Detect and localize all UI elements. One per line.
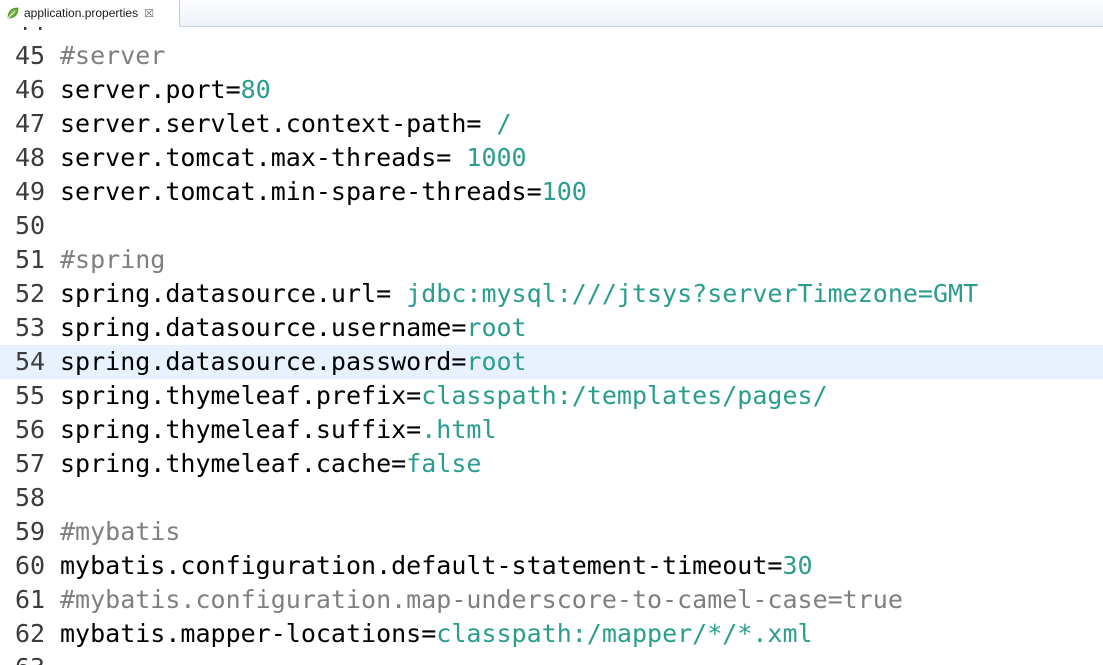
code-line[interactable]: 48 server.tomcat.max-threads= 1000 [0, 141, 1103, 175]
line-content: mybatis.configuration.default-statement-… [60, 549, 813, 583]
code-line[interactable]: 47 server.servlet.context-path= / [0, 107, 1103, 141]
property-key: server.tomcat.max-threads= [60, 143, 467, 172]
line-number: 50 [15, 211, 46, 240]
code-line[interactable]: 46 server.port=80 [0, 73, 1103, 107]
code-line[interactable]: 62 mybatis.mapper-locations=classpath:/ma… [0, 617, 1103, 651]
line-content: spring.datasource.password=root [60, 345, 527, 379]
property-key: mybatis.configuration.default-statement-… [60, 551, 783, 580]
property-value: / [496, 109, 512, 138]
property-value: 30 [782, 551, 813, 580]
spring-leaf-icon [6, 6, 20, 20]
code-line[interactable]: 50 [0, 209, 1103, 243]
property-value: classpath:/templates/pages/ [421, 381, 828, 410]
property-key: server.port= [60, 75, 241, 104]
tab-application-properties[interactable]: application.properties ☒ [0, 0, 180, 27]
comment-text: #mybatis.configuration.map-underscore-to… [60, 585, 903, 614]
code-line[interactable]: 63 [0, 651, 1103, 665]
property-key: server.tomcat.min-spare-threads= [60, 177, 542, 206]
comment-text: #spring [60, 245, 166, 274]
code-line[interactable]: 53 spring.datasource.username=root [0, 311, 1103, 345]
line-content: #mybatis [60, 515, 180, 549]
line-content: server.servlet.context-path= / [60, 107, 512, 141]
line-content: server.tomcat.max-threads= 1000 [60, 141, 527, 175]
line-number: 57 [15, 449, 46, 478]
code-line[interactable]: 55 spring.thymeleaf.prefix=classpath:/tem… [0, 379, 1103, 413]
property-value: classpath:/mapper/*/*.xml [436, 619, 813, 648]
code-line[interactable]: 45 #server [0, 39, 1103, 73]
code-line[interactable]: 56 spring.thymeleaf.suffix=.html [0, 413, 1103, 447]
property-key: spring.datasource.username= [60, 313, 467, 342]
line-content: #server [60, 39, 165, 73]
line-number: 54 [15, 347, 46, 376]
line-content: spring.datasource.url= jdbc:mysql:///jts… [60, 277, 978, 311]
property-key: spring.datasource.password= [60, 347, 467, 376]
code-line[interactable]: 54 spring.datasource.password=root [0, 345, 1103, 379]
line-number: 60 [15, 551, 46, 580]
line-number: 55 [15, 381, 46, 410]
code-line[interactable]: 51 #spring [0, 243, 1103, 277]
property-key: server.servlet.context-path= [60, 109, 497, 138]
line-content: spring.datasource.username=root [60, 311, 527, 345]
line-number: 53 [15, 313, 46, 342]
property-value: jdbc:mysql:///jtsys?serverTimezone=GMT [406, 279, 979, 308]
property-value: 1000 [466, 143, 527, 172]
editor-tab-bar: application.properties ☒ [0, 0, 1103, 27]
property-value: root [466, 347, 527, 376]
code-line[interactable]: 59 #mybatis [0, 515, 1103, 549]
line-number: 47 [15, 109, 46, 138]
property-value: .html [421, 415, 497, 444]
code-line[interactable]: 49 server.tomcat.min-spare-threads=100 [0, 175, 1103, 209]
line-number: 63 [15, 651, 45, 665]
editor-window: application.properties ☒ 44 45 #server 46 se… [0, 0, 1103, 665]
property-key: spring.thymeleaf.suffix= [60, 415, 422, 444]
property-value: false [406, 449, 482, 478]
line-number: 49 [15, 177, 46, 206]
property-key: spring.thymeleaf.prefix= [60, 381, 422, 410]
property-key: spring.datasource.url= [60, 279, 407, 308]
line-number: 45 [15, 41, 46, 70]
line-number: 44 [15, 27, 45, 39]
line-number: 62 [15, 619, 46, 648]
close-icon[interactable]: ☒ [144, 8, 154, 19]
line-content: spring.thymeleaf.suffix=.html [60, 413, 497, 447]
code-line[interactable]: 52 spring.datasource.url= jdbc:mysql:///j… [0, 277, 1103, 311]
line-number: 51 [15, 245, 46, 274]
line-number: 48 [15, 143, 46, 172]
code-line[interactable]: 44 [0, 27, 1103, 39]
line-content: #mybatis.configuration.map-underscore-to… [60, 583, 903, 617]
comment-text: #mybatis [60, 517, 181, 546]
code-line[interactable]: 60 mybatis.configuration.default-statemen… [0, 549, 1103, 583]
line-content: spring.thymeleaf.prefix=classpath:/templ… [60, 379, 828, 413]
code-line[interactable]: 57 spring.thymeleaf.cache=false [0, 447, 1103, 481]
property-value: root [466, 313, 527, 342]
line-content: spring.thymeleaf.cache=false [60, 447, 481, 481]
line-number: 61 [15, 585, 46, 614]
comment-text: #server [60, 41, 166, 70]
code-line[interactable]: 58 [0, 481, 1103, 515]
line-content: server.port=80 [60, 73, 271, 107]
line-number: 56 [15, 415, 46, 444]
line-content: #spring [60, 243, 165, 277]
code-editor[interactable]: 44 45 #server 46 server.port=80 47 server.serv… [0, 27, 1103, 665]
line-content: server.tomcat.min-spare-threads=100 [60, 175, 587, 209]
code-line[interactable]: 61 #mybatis.configuration.map-underscore-… [0, 583, 1103, 617]
property-value: 100 [541, 177, 587, 206]
property-key: spring.thymeleaf.cache= [60, 449, 407, 478]
line-number: 58 [15, 483, 46, 512]
tab-title: application.properties [24, 6, 139, 20]
line-number: 52 [15, 279, 46, 308]
line-number: 46 [15, 75, 46, 104]
property-key: mybatis.mapper-locations= [60, 619, 437, 648]
line-number: 59 [15, 517, 46, 546]
property-value: 80 [240, 75, 271, 104]
line-content: mybatis.mapper-locations=classpath:/mapp… [60, 617, 813, 651]
